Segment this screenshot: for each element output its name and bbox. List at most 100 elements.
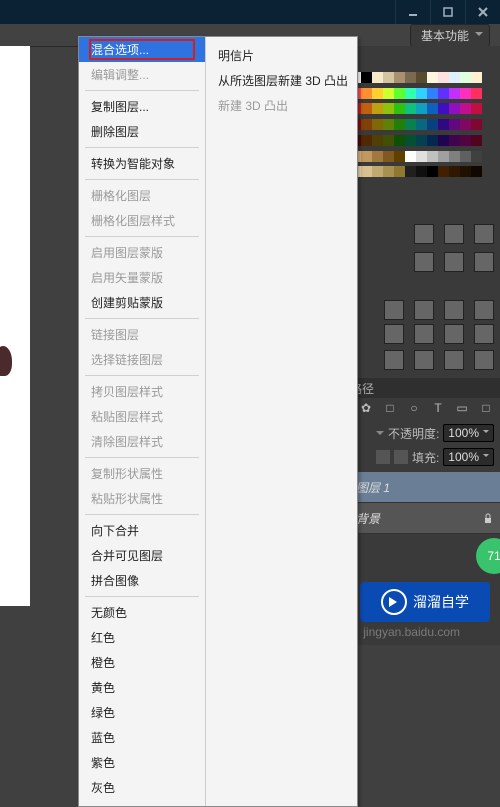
panel-icon[interactable] [474, 300, 494, 320]
opacity-value[interactable]: 100% [443, 424, 494, 442]
swatch[interactable] [361, 166, 372, 177]
swatch[interactable] [449, 72, 460, 83]
swatch[interactable] [438, 88, 449, 99]
swatch[interactable] [372, 119, 383, 130]
swatch[interactable] [372, 166, 383, 177]
swatch[interactable] [405, 88, 416, 99]
swatch[interactable] [372, 72, 383, 83]
layer-item[interactable]: 图层 1 [350, 472, 500, 503]
swatch[interactable] [427, 166, 438, 177]
swatch[interactable] [361, 151, 372, 162]
swatch[interactable] [438, 135, 449, 146]
swatch[interactable] [361, 119, 372, 130]
maximize-button[interactable] [430, 0, 465, 24]
swatch[interactable] [460, 72, 471, 83]
panel-icon[interactable] [384, 324, 404, 344]
swatch[interactable] [449, 88, 460, 99]
menu-item-flatten[interactable]: 拼合图像 [79, 568, 205, 593]
swatch[interactable] [438, 151, 449, 162]
menu-item-yellow[interactable]: 黄色 [79, 675, 205, 700]
panel-icon[interactable] [414, 252, 434, 272]
menu-item-dup[interactable]: 复制图层... [79, 94, 205, 119]
panel-icon[interactable] [474, 350, 494, 370]
swatch[interactable] [405, 103, 416, 114]
swatch[interactable] [449, 151, 460, 162]
blend-mode-dropdown[interactable] [376, 431, 384, 439]
panel-icon[interactable] [414, 350, 434, 370]
swatch[interactable] [471, 72, 482, 83]
filter-icon[interactable]: T [430, 400, 446, 416]
swatch[interactable] [405, 151, 416, 162]
panel-icon[interactable] [474, 324, 494, 344]
swatch[interactable] [405, 119, 416, 130]
filter-icon[interactable]: ○ [406, 400, 422, 416]
swatch[interactable] [460, 151, 471, 162]
swatch[interactable] [405, 72, 416, 83]
swatch[interactable] [394, 103, 405, 114]
menu-item-clip[interactable]: 创建剪贴蒙版 [79, 290, 205, 315]
swatch[interactable] [394, 166, 405, 177]
swatch[interactable] [416, 166, 427, 177]
swatch[interactable] [372, 151, 383, 162]
swatch[interactable] [405, 135, 416, 146]
minimize-button[interactable] [395, 0, 430, 24]
swatch[interactable] [383, 119, 394, 130]
filter-icon[interactable]: □ [478, 400, 494, 416]
swatch[interactable] [460, 88, 471, 99]
swatch[interactable] [471, 88, 482, 99]
panel-icon[interactable] [384, 300, 404, 320]
swatch[interactable] [471, 135, 482, 146]
swatch[interactable] [449, 103, 460, 114]
swatch[interactable] [394, 135, 405, 146]
swatch[interactable] [449, 166, 460, 177]
swatch[interactable] [460, 119, 471, 130]
swatch[interactable] [372, 135, 383, 146]
swatch[interactable] [438, 103, 449, 114]
swatch[interactable] [416, 103, 427, 114]
panel-icon[interactable] [444, 300, 464, 320]
swatch[interactable] [460, 166, 471, 177]
swatch[interactable] [471, 119, 482, 130]
swatch[interactable] [416, 151, 427, 162]
panel-icon[interactable] [414, 224, 434, 244]
close-button[interactable] [465, 0, 500, 24]
swatch[interactable] [427, 72, 438, 83]
swatch[interactable] [361, 72, 372, 83]
menu-item-red[interactable]: 红色 [79, 625, 205, 650]
menu-item-extrude[interactable]: 从所选图层新建 3D 凸出 [206, 68, 356, 93]
menu-item-green[interactable]: 绿色 [79, 700, 205, 725]
swatch[interactable] [372, 88, 383, 99]
swatch[interactable] [449, 135, 460, 146]
lock-icon[interactable] [376, 450, 390, 464]
swatch[interactable] [471, 151, 482, 162]
menu-item-del[interactable]: 删除图层 [79, 119, 205, 144]
swatch[interactable] [416, 135, 427, 146]
menu-item-orange[interactable]: 橙色 [79, 650, 205, 675]
swatches-panel[interactable] [350, 72, 490, 182]
menu-item-postcard[interactable]: 明信片 [206, 43, 356, 68]
filter-icon[interactable]: ▭ [454, 400, 470, 416]
menu-item-gray[interactable]: 灰色 [79, 775, 205, 800]
swatch[interactable] [372, 103, 383, 114]
menu-item-mergevis[interactable]: 合并可见图层 [79, 543, 205, 568]
swatch[interactable] [361, 135, 372, 146]
panel-icon[interactable] [474, 252, 494, 272]
panel-icon[interactable] [444, 324, 464, 344]
workspace-dropdown[interactable]: 基本功能 [410, 24, 490, 47]
panel-icon[interactable] [444, 252, 464, 272]
menu-item-blue[interactable]: 蓝色 [79, 725, 205, 750]
panel-icon[interactable] [474, 224, 494, 244]
swatch[interactable] [449, 119, 460, 130]
menu-item-mergedown[interactable]: 向下合并 [79, 518, 205, 543]
swatch[interactable] [438, 166, 449, 177]
swatch[interactable] [471, 103, 482, 114]
swatch[interactable] [416, 72, 427, 83]
swatch[interactable] [383, 135, 394, 146]
panel-icon[interactable] [414, 324, 434, 344]
swatch[interactable] [383, 88, 394, 99]
swatch[interactable] [427, 88, 438, 99]
swatch[interactable] [394, 72, 405, 83]
swatch[interactable] [394, 151, 405, 162]
swatch[interactable] [427, 135, 438, 146]
swatch[interactable] [394, 119, 405, 130]
